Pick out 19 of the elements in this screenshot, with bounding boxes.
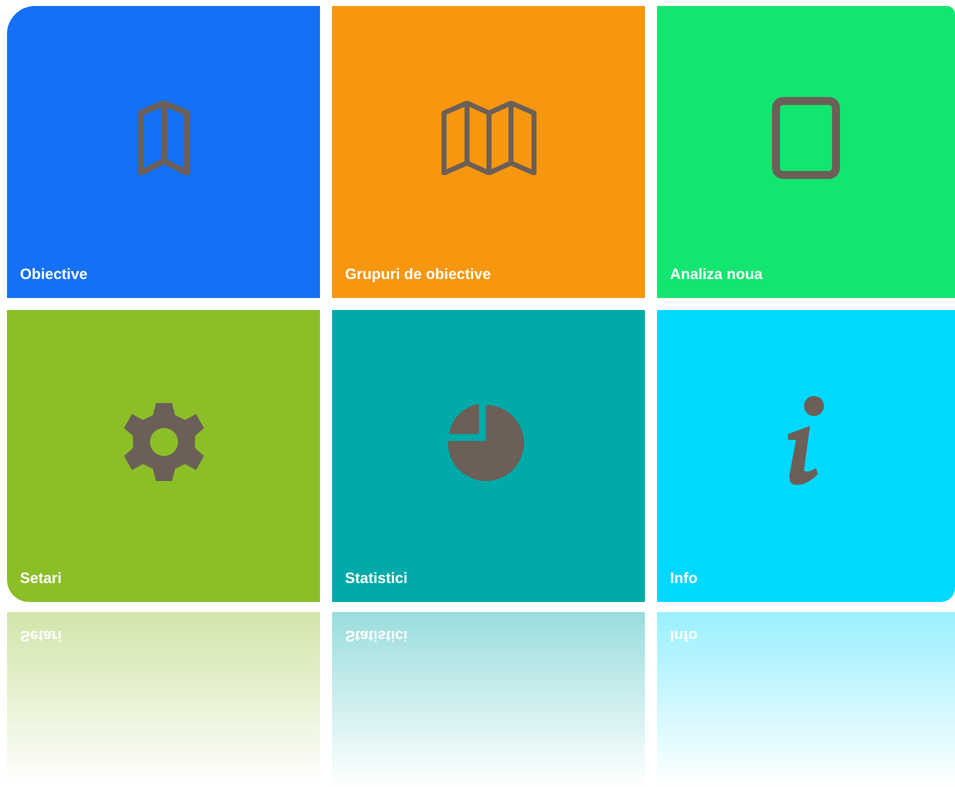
menu-tile[interactable]: Analiza noua xyxy=(657,6,955,298)
menu-tile[interactable]: Obiective xyxy=(7,6,320,298)
reflected-tile-label: Setari xyxy=(20,626,62,646)
reflected-tile-label: Info xyxy=(670,626,698,646)
tile-label: Info xyxy=(670,568,698,588)
tablet-icon xyxy=(772,97,840,179)
tile-label: Setari xyxy=(20,568,62,588)
tile-label: Grupuri de obiective xyxy=(345,264,491,284)
book-icon xyxy=(136,101,190,175)
menu-tile[interactable]: Setari xyxy=(7,310,320,602)
menu-tile[interactable]: Grupuri de obiective xyxy=(332,6,645,298)
tile-label: Statistici xyxy=(345,568,408,588)
tile-label: Analiza noua xyxy=(670,264,763,284)
menu-tile[interactable]: Statistici xyxy=(332,310,645,602)
map-icon xyxy=(440,101,538,175)
menu-tile[interactable]: Info xyxy=(657,310,955,602)
tile-label: Obiective xyxy=(20,264,88,284)
settings-icon xyxy=(122,401,204,483)
reflected-tile-label: Statistici xyxy=(345,626,408,646)
